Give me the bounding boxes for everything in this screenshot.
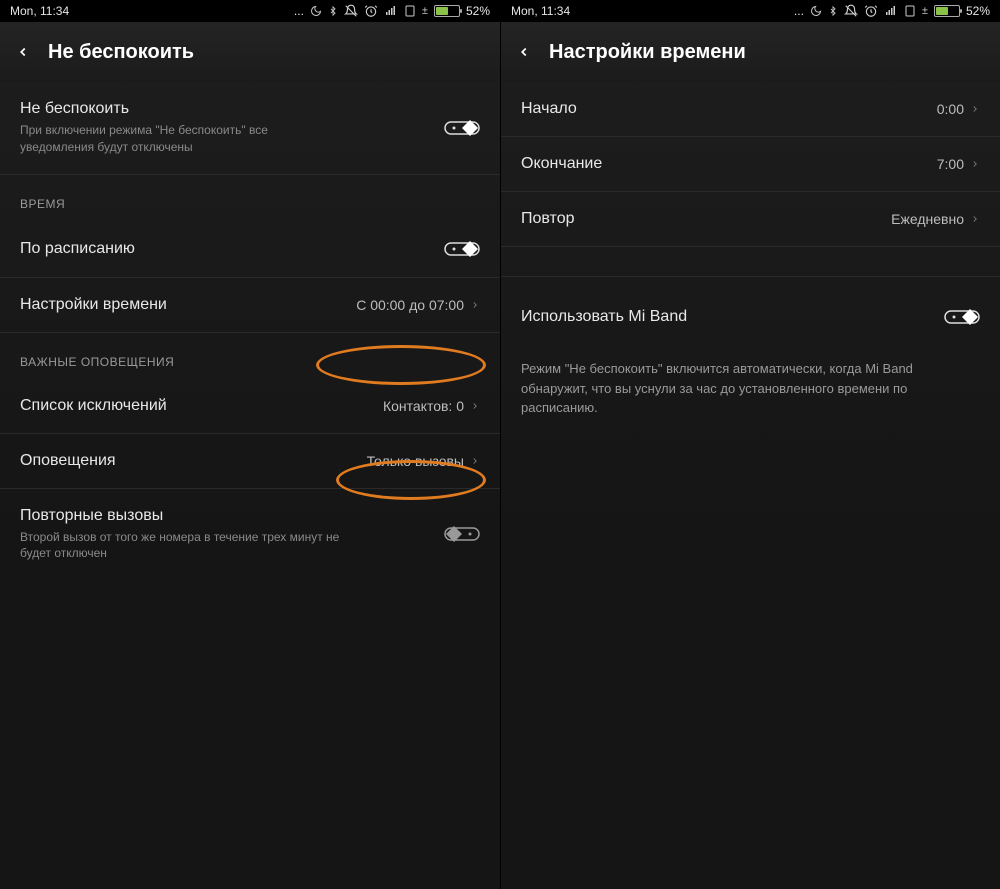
dnd-label: Не беспокоить [20, 100, 340, 118]
sim-icon [404, 4, 416, 18]
start-value: 0:00 [937, 101, 964, 117]
repeat-calls-label: Повторные вызовы [20, 507, 340, 525]
status-bar: Mon, 11:34 ... ± 52% [501, 0, 1000, 22]
schedule-toggle[interactable] [444, 239, 480, 259]
signal-icon [884, 5, 898, 17]
time-settings-value: С 00:00 до 07:00 [356, 297, 464, 313]
mute-icon [344, 4, 358, 18]
repeat-calls-sub: Второй вызов от того же номера в течение… [20, 529, 340, 563]
row-repeat[interactable]: Повтор Ежедневно [501, 192, 1000, 247]
battery-icon [434, 5, 460, 17]
row-time-settings[interactable]: Настройки времени С 00:00 до 07:00 [0, 278, 500, 333]
alerts-label: Оповещения [20, 452, 116, 470]
status-time: Mon, 11:34 [511, 4, 570, 18]
start-label: Начало [521, 100, 577, 118]
repeat-value: Ежедневно [891, 211, 964, 227]
header-right: Настройки времени [501, 22, 1000, 82]
chevron-right-icon [970, 211, 980, 227]
status-time: Mon, 11:34 [10, 4, 69, 18]
header-left: Не беспокоить [0, 22, 500, 82]
signal-icon [384, 5, 398, 17]
chevron-right-icon [470, 398, 480, 414]
battery-percent: 52% [966, 4, 990, 18]
exceptions-label: Список исключений [20, 397, 167, 415]
dnd-toggle[interactable] [444, 118, 480, 138]
section-time: ВРЕМЯ [0, 175, 500, 221]
plus-minus-icon: ± [922, 5, 928, 17]
alarm-icon [864, 4, 878, 18]
row-repeat-calls[interactable]: Повторные вызовы Второй вызов от того же… [0, 489, 500, 581]
moon-icon [810, 5, 822, 17]
moon-icon [310, 5, 322, 17]
back-button[interactable] [517, 41, 531, 63]
status-ellipsis: ... [794, 4, 804, 18]
alarm-icon [364, 4, 378, 18]
section-alerts: ВАЖНЫЕ ОПОВЕЩЕНИЯ [0, 333, 500, 379]
time-settings-label: Настройки времени [20, 296, 167, 314]
end-label: Окончание [521, 155, 602, 173]
status-icons: ... ± 52% [294, 4, 490, 18]
back-button[interactable] [16, 41, 30, 63]
chevron-right-icon [970, 156, 980, 172]
end-value: 7:00 [937, 156, 964, 172]
status-bar: Mon, 11:34 ... ± 52% [0, 0, 500, 22]
phone-left: Mon, 11:34 ... ± 52% Не беспокоить Не бе… [0, 0, 500, 889]
page-title: Не беспокоить [48, 41, 194, 64]
status-icons: ... ± 52% [794, 4, 990, 18]
row-miband[interactable]: Использовать Mi Band [501, 277, 1000, 345]
row-start[interactable]: Начало 0:00 [501, 82, 1000, 137]
dnd-sub: При включении режима "Не беспокоить" все… [20, 122, 340, 156]
status-ellipsis: ... [294, 4, 304, 18]
row-dnd[interactable]: Не беспокоить При включении режима "Не б… [0, 82, 500, 175]
bluetooth-icon [828, 4, 838, 18]
row-exceptions[interactable]: Список исключений Контактов: 0 [0, 379, 500, 434]
chevron-right-icon [470, 453, 480, 469]
bluetooth-icon [328, 4, 338, 18]
spacer [501, 247, 1000, 277]
mute-icon [844, 4, 858, 18]
alerts-value: Только вызовы [367, 453, 464, 469]
miband-label: Использовать Mi Band [521, 308, 687, 326]
repeat-label: Повтор [521, 210, 575, 228]
row-end[interactable]: Окончание 7:00 [501, 137, 1000, 192]
repeat-calls-toggle[interactable] [444, 524, 480, 544]
row-alerts[interactable]: Оповещения Только вызовы [0, 434, 500, 489]
sim-icon [904, 4, 916, 18]
miband-toggle[interactable] [944, 307, 980, 327]
phone-right: Mon, 11:34 ... ± 52% Настройки времени Н… [500, 0, 1000, 889]
battery-icon [934, 5, 960, 17]
miband-hint: Режим "Не беспокоить" включится автомати… [501, 345, 1000, 418]
plus-minus-icon: ± [422, 5, 428, 17]
battery-percent: 52% [466, 4, 490, 18]
row-schedule[interactable]: По расписанию [0, 221, 500, 278]
chevron-right-icon [470, 297, 480, 313]
schedule-label: По расписанию [20, 240, 135, 258]
exceptions-value: Контактов: 0 [383, 398, 464, 414]
page-title: Настройки времени [549, 41, 746, 64]
chevron-right-icon [970, 101, 980, 117]
